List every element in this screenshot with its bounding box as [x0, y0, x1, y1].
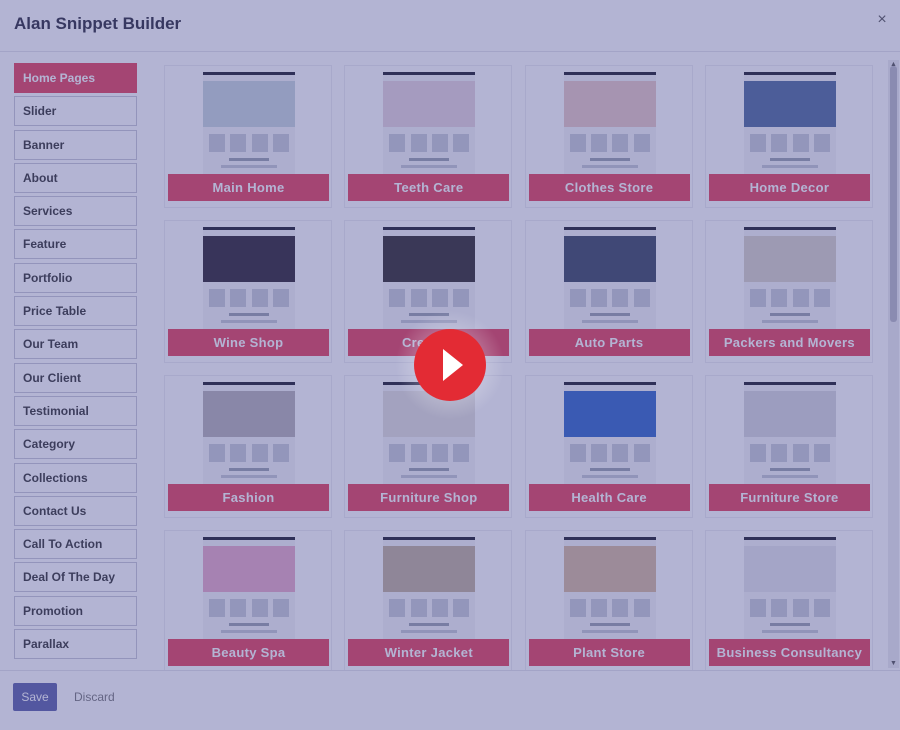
template-label[interactable]: Health Care: [528, 484, 690, 511]
save-button[interactable]: Save: [13, 683, 57, 711]
scrollbar-thumb[interactable]: [890, 66, 897, 322]
template-label[interactable]: Furniture Shop: [348, 484, 510, 511]
sidebar-item-promotion[interactable]: Promotion: [14, 595, 137, 626]
template-card[interactable]: Fashion: [164, 375, 332, 518]
template-card[interactable]: Home Decor: [704, 65, 873, 208]
template-thumbnail: [743, 72, 836, 175]
sidebar-item-price-table[interactable]: Price Table: [14, 296, 137, 327]
template-card[interactable]: Beauty Spa: [164, 530, 332, 670]
template-label[interactable]: Furniture Store: [708, 484, 870, 511]
sidebar-item-about[interactable]: About: [14, 162, 137, 193]
play-button-icon[interactable]: [414, 329, 486, 401]
sidebar-item-contact-us[interactable]: Contact Us: [14, 495, 137, 526]
template-card[interactable]: Health Care: [524, 375, 693, 518]
sidebar-item-our-team[interactable]: Our Team: [14, 329, 137, 360]
modal-title: Alan Snippet Builder: [14, 14, 182, 33]
template-card[interactable]: Business Consultancy: [704, 530, 873, 670]
sidebar-item-call-to-action[interactable]: Call To Action: [14, 529, 137, 560]
template-card[interactable]: Teeth Care: [344, 65, 513, 208]
template-card[interactable]: Clothes Store: [524, 65, 693, 208]
template-card[interactable]: Furniture Store: [704, 375, 873, 518]
sidebar-item-feature[interactable]: Feature: [14, 229, 137, 260]
template-thumbnail: [383, 537, 476, 640]
sidebar-item-category[interactable]: Category: [14, 429, 137, 460]
template-card[interactable]: Wine Shop: [164, 220, 332, 363]
template-thumbnail: [563, 382, 656, 485]
template-card[interactable]: Winter Jacket: [344, 530, 513, 670]
template-card[interactable]: Main Home: [164, 65, 332, 208]
template-label[interactable]: Teeth Care: [348, 174, 510, 201]
template-label[interactable]: Auto Parts: [528, 329, 690, 356]
close-icon[interactable]: ×: [874, 12, 890, 28]
template-label[interactable]: Wine Shop: [168, 329, 329, 356]
template-card[interactable]: Plant Store: [524, 530, 693, 670]
template-label[interactable]: Home Decor: [708, 174, 870, 201]
template-thumbnail: [383, 72, 476, 175]
template-label[interactable]: Beauty Spa: [168, 639, 329, 666]
category-sidebar: Home Pages Slider Banner About Services Featu…: [14, 63, 138, 669]
template-label[interactable]: Winter Jacket: [348, 639, 510, 666]
sidebar-item-deal-of-the-day[interactable]: Deal Of The Day: [14, 562, 137, 593]
template-card[interactable]: Packers and Movers: [704, 220, 873, 363]
template-card[interactable]: Auto Parts: [524, 220, 693, 363]
sidebar-item-home-pages[interactable]: Home Pages: [14, 63, 137, 93]
template-thumbnail: [563, 72, 656, 175]
template-thumbnail: [743, 537, 836, 640]
template-label[interactable]: Clothes Store: [528, 174, 690, 201]
template-label[interactable]: Plant Store: [528, 639, 690, 666]
template-label[interactable]: Main Home: [168, 174, 329, 201]
template-gallery: Main Home Teeth Care Clothes Store Home Dec…: [160, 60, 880, 670]
scroll-down-icon[interactable]: ▼: [888, 659, 899, 668]
sidebar-item-banner[interactable]: Banner: [14, 129, 137, 160]
sidebar-item-parallax[interactable]: Parallax: [14, 629, 137, 660]
template-thumbnail: [203, 72, 295, 175]
template-grid: Main Home Teeth Care Clothes Store Home Dec…: [160, 60, 880, 670]
template-label[interactable]: Packers and Movers: [708, 329, 870, 356]
template-thumbnail: [563, 227, 656, 330]
modal-header: Alan Snippet Builder ×: [0, 0, 900, 52]
template-thumbnail: [203, 537, 295, 640]
discard-button[interactable]: Discard: [74, 690, 115, 704]
template-thumbnail: [743, 382, 836, 485]
template-thumbnail: [203, 382, 295, 485]
modal-footer: Save Discard: [0, 670, 900, 730]
sidebar-item-portfolio[interactable]: Portfolio: [14, 262, 137, 293]
sidebar-item-slider[interactable]: Slider: [14, 96, 137, 127]
sidebar-item-testimonial[interactable]: Testimonial: [14, 395, 137, 426]
gallery-scrollbar[interactable]: ▲ ▼: [888, 60, 899, 668]
sidebar-item-collections[interactable]: Collections: [14, 462, 137, 493]
template-label[interactable]: Fashion: [168, 484, 329, 511]
sidebar-item-our-client[interactable]: Our Client: [14, 362, 137, 393]
template-label[interactable]: Business Consultancy: [708, 639, 870, 666]
sidebar-item-services[interactable]: Services: [14, 196, 137, 227]
template-thumbnail: [563, 537, 656, 640]
template-thumbnail: [743, 227, 836, 330]
template-thumbnail: [203, 227, 295, 330]
